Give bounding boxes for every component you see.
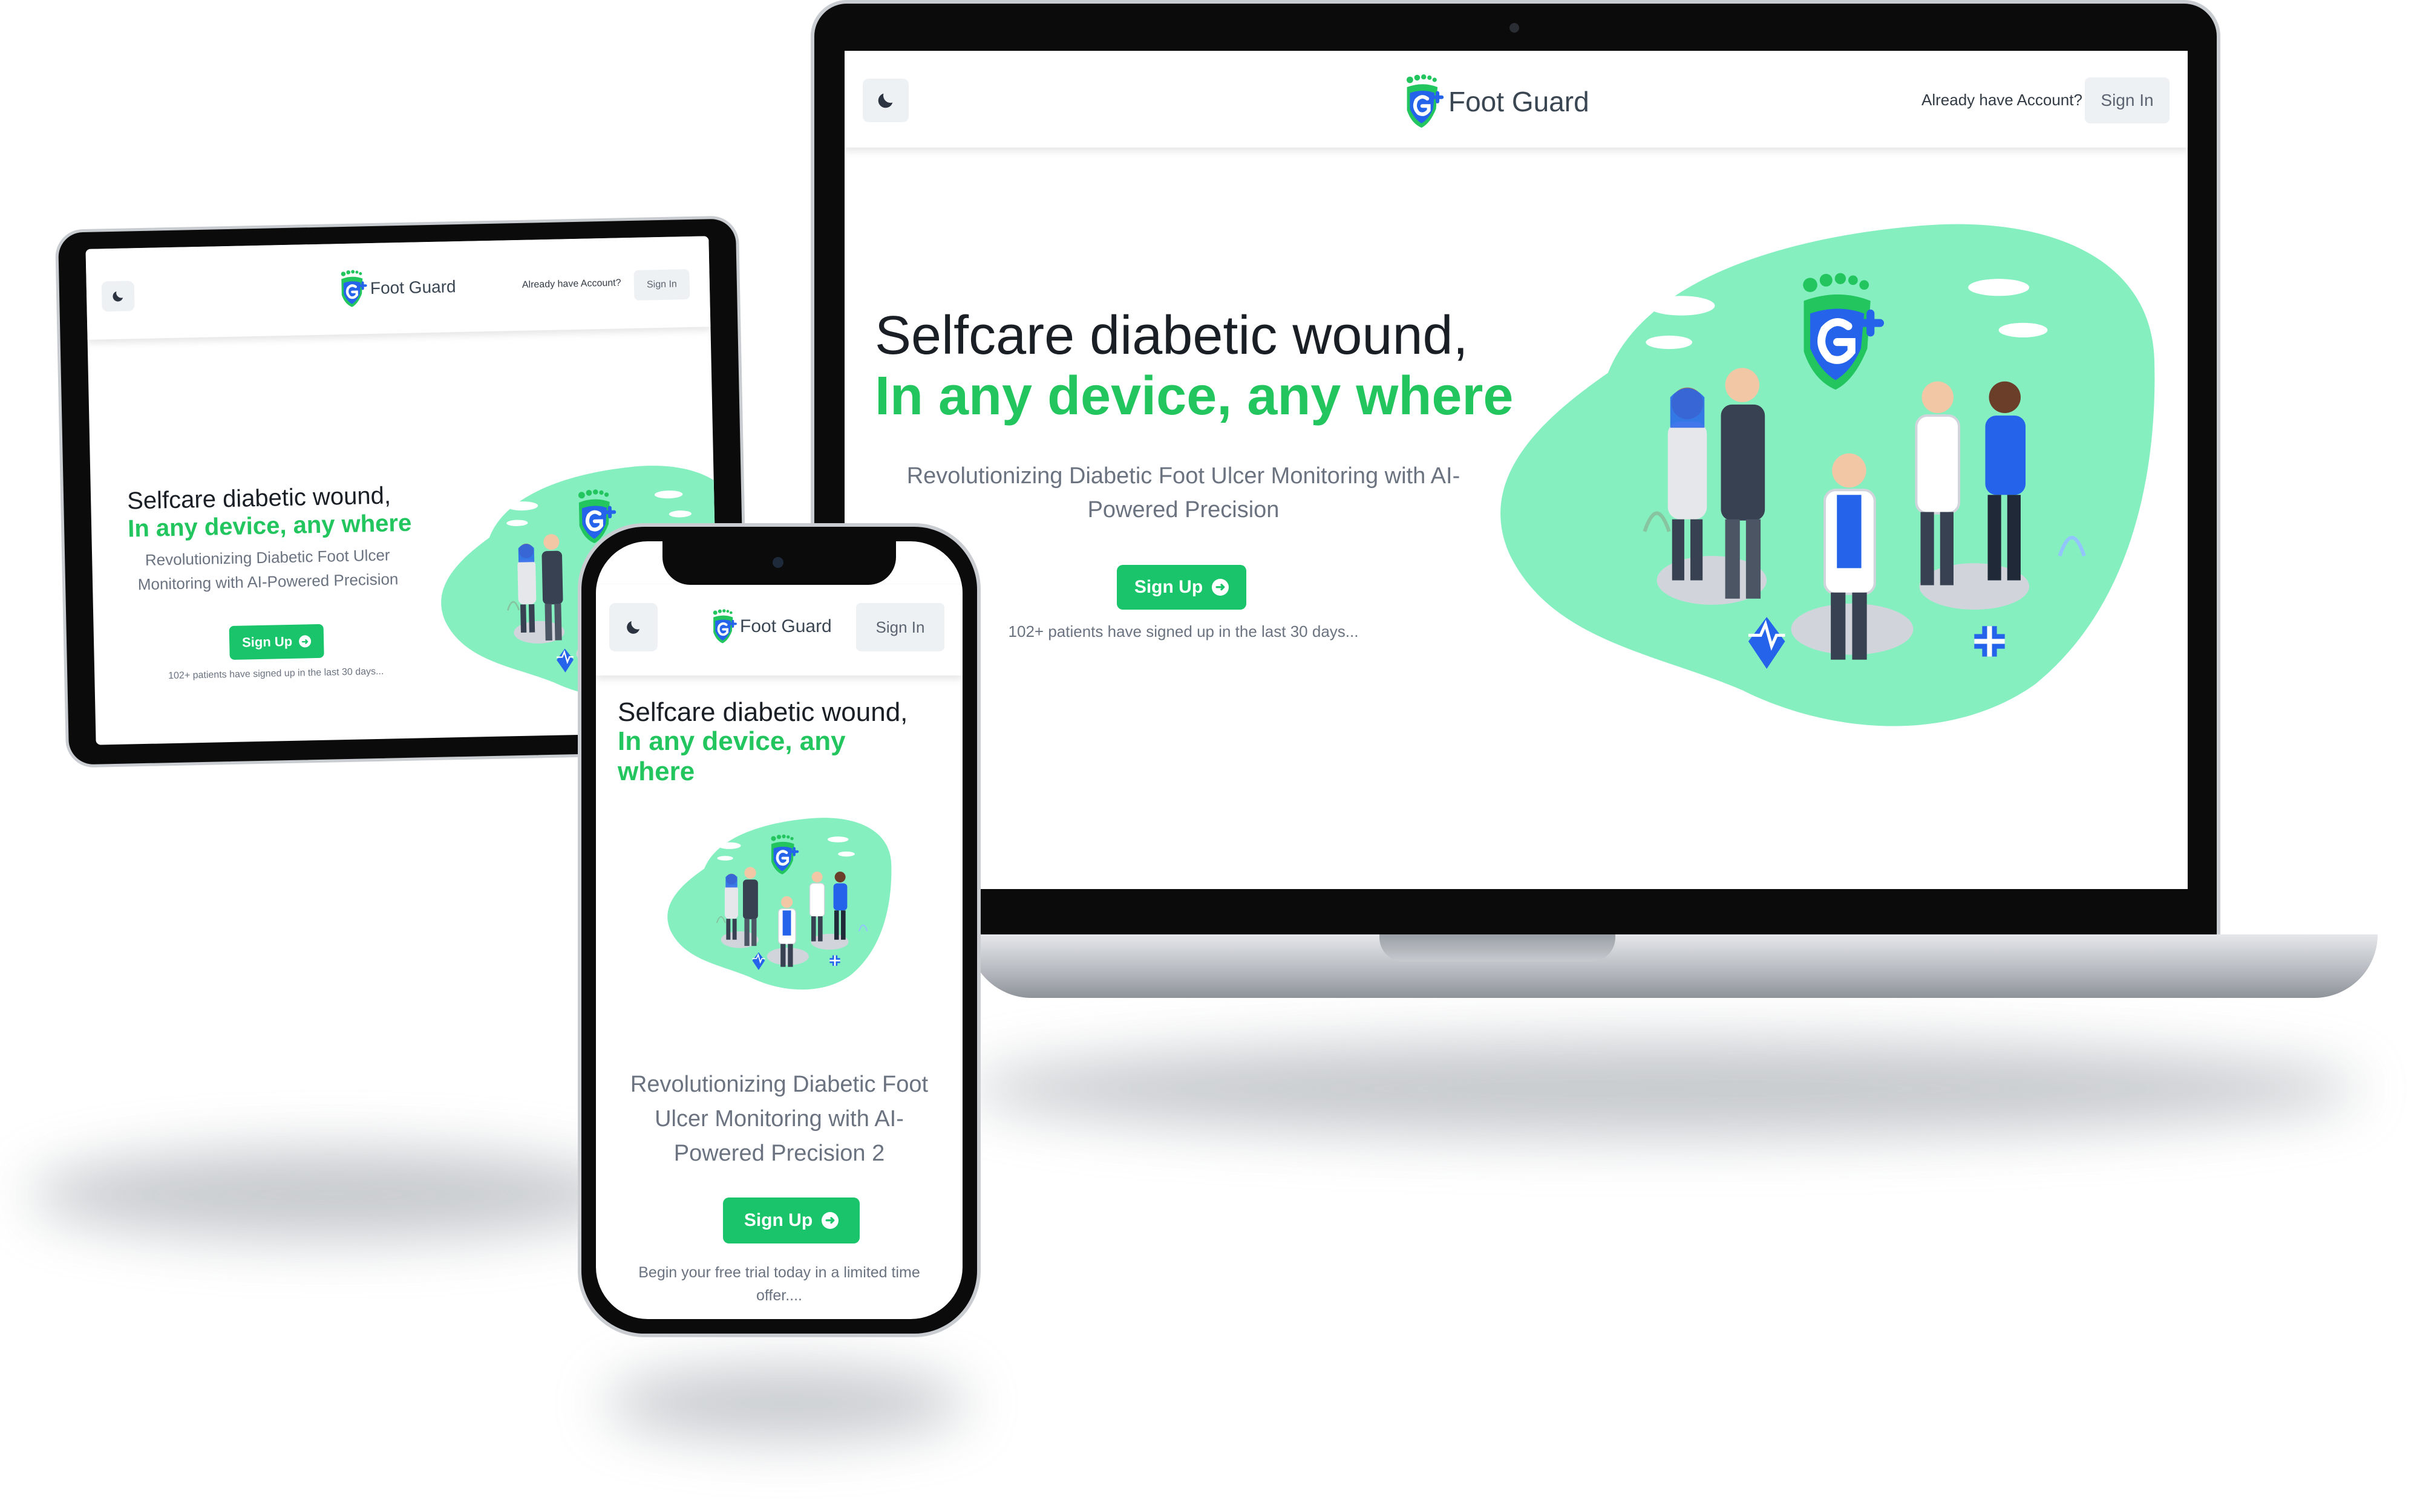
tablet-navbar: Foot Guard Already have Account? Sign In [85, 236, 711, 340]
trial-offer-note: Begin your free trial today in a limited… [638, 1264, 920, 1304]
arrow-right-icon: ➜ [822, 1212, 839, 1229]
headline-accent: In any device, any where [618, 726, 846, 786]
moon-icon [875, 90, 896, 111]
foot-guard-logo-icon [710, 607, 737, 646]
brand-logo-link[interactable]: Foot Guard [1401, 73, 1589, 131]
laptop-notch [1379, 934, 1615, 962]
hero-illustration [1486, 214, 2157, 739]
laptop-device: Foot Guard Already have Account? Sign In… [811, 0, 2384, 1004]
arrow-right-icon: ➜ [1212, 579, 1229, 596]
foot-guard-logo-icon [1401, 73, 1445, 131]
subtitle: Revolutionizing Diabetic Foot Ulcer Moni… [137, 546, 399, 594]
theme-toggle-button[interactable] [609, 603, 658, 651]
sign-up-label: Sign Up [744, 1210, 813, 1230]
sign-in-button[interactable]: Sign In [856, 603, 944, 651]
moon-icon [624, 618, 643, 636]
theme-toggle-button[interactable] [101, 281, 135, 312]
sign-up-button[interactable]: Sign Up ➜ [229, 624, 324, 660]
laptop-camera [1509, 23, 1519, 33]
sign-up-button[interactable]: Sign Up ➜ [723, 1198, 860, 1243]
brand-logo-link[interactable]: Foot Guard [710, 607, 832, 647]
brand-name: Foot Guard [1448, 86, 1589, 117]
phone-navbar: Foot Guard Sign In [596, 585, 963, 676]
headline-accent: In any device, any where [875, 366, 1514, 426]
headline-primary: Selfcare diabetic wound, [126, 482, 391, 515]
sign-in-button[interactable]: Sign In [633, 269, 690, 301]
tablet-shadow [30, 1149, 635, 1240]
brand-logo-link[interactable]: Foot Guard [337, 266, 456, 310]
sign-in-button[interactable]: Sign In [2085, 77, 2170, 123]
account-question: Already have Account? [522, 278, 621, 290]
headline-primary: Selfcare diabetic wound, [875, 305, 1468, 366]
laptop-shadow [968, 1040, 2360, 1137]
headline-primary: Selfcare diabetic wound, [618, 697, 908, 727]
laptop-screen: Foot Guard Already have Account? Sign In… [845, 51, 2188, 889]
arrow-right-icon: ➜ [298, 635, 312, 648]
moon-icon [111, 289, 125, 304]
signup-stat-note: 102+ patients have signed up in the last… [168, 666, 384, 682]
subtitle: Revolutionizing Diabetic Foot Ulcer Moni… [630, 1072, 929, 1166]
signup-stat-note: 102+ patients have signed up in the last… [1008, 622, 1359, 640]
phone-shadow [605, 1367, 968, 1439]
foot-guard-logo-icon [337, 268, 368, 310]
phone-camera [773, 557, 783, 568]
sign-up-label: Sign Up [1134, 577, 1203, 597]
laptop-navbar: Foot Guard Already have Account? Sign In [845, 51, 2188, 148]
phone-screen: Foot Guard Sign In Selfcare diabetic wou… [596, 541, 963, 1319]
brand-name: Foot Guard [740, 616, 832, 636]
account-question: Already have Account? [1921, 91, 2082, 109]
laptop-base [968, 934, 2378, 998]
hero-illustration [662, 801, 892, 1007]
phone-frame: Foot Guard Sign In Selfcare diabetic wou… [578, 523, 981, 1337]
phone-device: Foot Guard Sign In Selfcare diabetic wou… [578, 523, 983, 1340]
brand-name: Foot Guard [370, 277, 456, 298]
theme-toggle-button[interactable] [863, 79, 909, 122]
headline-accent: In any device, any where [127, 509, 412, 543]
subtitle: Revolutionizing Diabetic Foot Ulcer Moni… [906, 463, 1460, 523]
sign-up-button[interactable]: Sign Up ➜ [1117, 565, 1246, 610]
sign-up-label: Sign Up [241, 633, 293, 650]
